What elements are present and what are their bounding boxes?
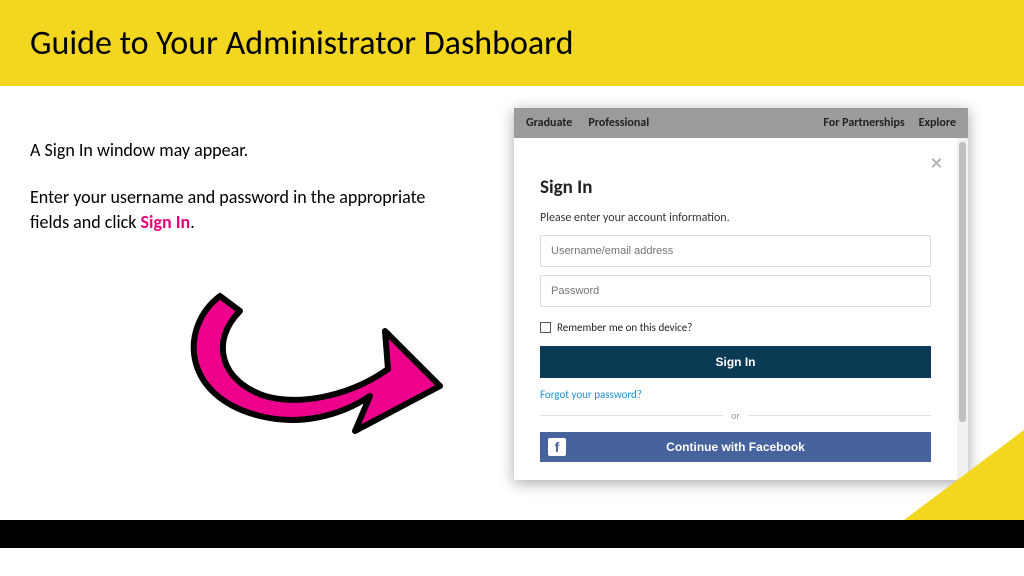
page-title: Guide to Your Administrator Dashboard [30, 23, 573, 64]
facebook-icon: f [548, 438, 566, 456]
corner-triangle-decoration [904, 430, 1024, 520]
or-text: or [731, 409, 740, 422]
content-area: A Sign In window may appear. Enter your … [0, 86, 1024, 548]
password-field[interactable] [540, 275, 931, 307]
instructions-block: A Sign In window may appear. Enter your … [30, 138, 430, 258]
signin-modal: × Sign In Please enter your account info… [514, 138, 968, 480]
nav-item-professional[interactable]: Professional [588, 116, 649, 130]
modal-scrollbar[interactable] [957, 138, 968, 480]
instruction-line-1: A Sign In window may appear. [30, 138, 430, 163]
remember-checkbox-icon[interactable] [540, 322, 551, 333]
facebook-button[interactable]: f Continue with Facebook [540, 432, 931, 462]
footer-strip [0, 520, 1024, 548]
instruction-post: . [190, 211, 195, 233]
nav-item-partnerships[interactable]: For Partnerships [823, 116, 904, 130]
divider-or: or [540, 409, 931, 422]
forgot-password-link[interactable]: Forgot your password? [540, 388, 931, 401]
title-bar: Guide to Your Administrator Dashboard [0, 0, 1024, 86]
arrow-icon [150, 256, 450, 456]
signin-button[interactable]: Sign In [540, 346, 931, 378]
close-icon[interactable]: × [931, 152, 942, 174]
username-field[interactable] [540, 235, 931, 267]
instruction-pre: Enter your username and password in the … [30, 186, 425, 233]
site-top-nav: Graduate Professional For Partnerships E… [514, 108, 968, 138]
nav-item-explore[interactable]: Explore [919, 116, 956, 130]
modal-heading: Sign In [540, 176, 931, 199]
facebook-button-label: Continue with Facebook [666, 440, 805, 454]
instruction-highlight: Sign In [141, 211, 191, 233]
remember-row[interactable]: Remember me on this device? [540, 321, 931, 334]
instruction-line-2: Enter your username and password in the … [30, 185, 430, 235]
screenshot-panel: Graduate Professional For Partnerships E… [514, 108, 968, 480]
nav-item-graduate[interactable]: Graduate [526, 116, 572, 130]
remember-label: Remember me on this device? [557, 321, 692, 334]
modal-subhead: Please enter your account information. [540, 211, 931, 225]
